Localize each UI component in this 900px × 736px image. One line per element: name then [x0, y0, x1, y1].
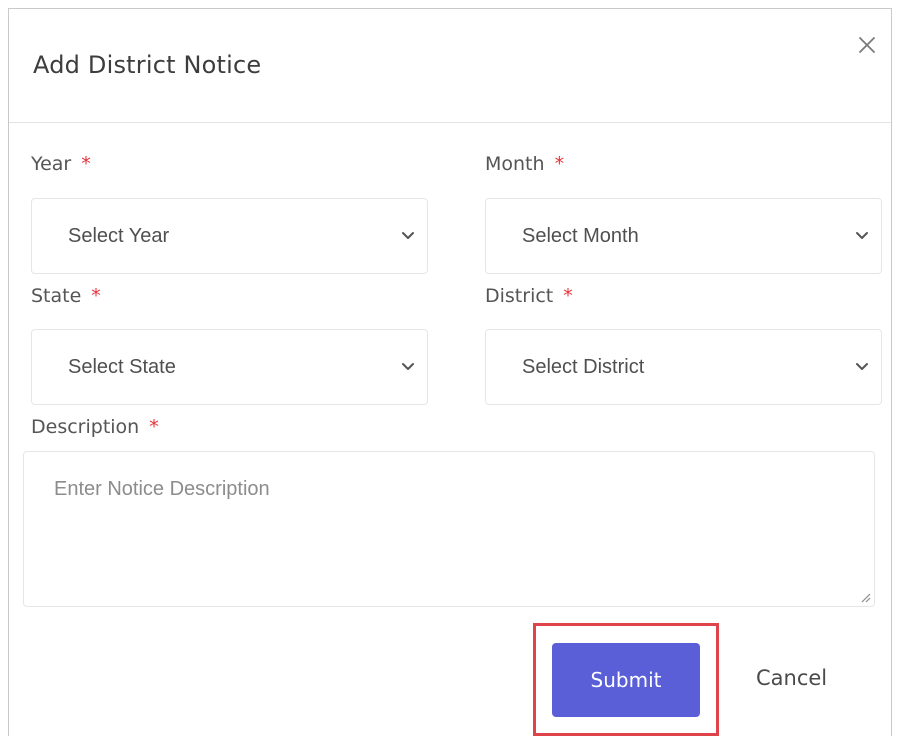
- required-asterisk: *: [554, 153, 565, 175]
- description-label-text: Description: [31, 416, 140, 438]
- resize-handle-icon[interactable]: [859, 591, 871, 603]
- state-label-text: State: [31, 285, 82, 307]
- year-label: Year *: [31, 153, 91, 175]
- required-asterisk: *: [81, 153, 91, 175]
- month-select[interactable]: Select Month: [485, 198, 882, 274]
- state-select-value: Select State: [68, 356, 176, 378]
- close-button[interactable]: [855, 33, 879, 57]
- year-label-text: Year: [31, 153, 72, 175]
- district-label-text: District: [485, 285, 554, 307]
- chevron-down-icon: [856, 232, 868, 239]
- required-asterisk: *: [563, 285, 573, 307]
- year-select[interactable]: Select Year: [31, 198, 428, 274]
- required-asterisk: *: [149, 416, 159, 438]
- required-asterisk: *: [91, 285, 101, 307]
- modal-header: Add District Notice: [9, 9, 891, 123]
- district-select[interactable]: Select District: [485, 329, 882, 405]
- chevron-down-icon: [856, 363, 868, 370]
- chevron-down-icon: [402, 232, 414, 239]
- modal-title: Add District Notice: [33, 51, 262, 79]
- submit-button[interactable]: Submit: [552, 643, 700, 717]
- month-label-text: Month: [485, 153, 545, 175]
- month-select-value: Select Month: [522, 225, 639, 247]
- year-select-value: Select Year: [68, 225, 170, 247]
- district-select-value: Select District: [522, 356, 645, 378]
- state-select[interactable]: Select State: [31, 329, 428, 405]
- close-icon: [859, 37, 875, 53]
- chevron-down-icon: [402, 363, 414, 370]
- description-label: Description *: [31, 416, 159, 438]
- cancel-button[interactable]: Cancel: [756, 666, 827, 690]
- description-textarea[interactable]: Enter Notice Description: [23, 451, 875, 607]
- state-label: State *: [31, 285, 101, 307]
- description-placeholder: Enter Notice Description: [54, 478, 270, 500]
- month-label: Month *: [485, 153, 564, 175]
- district-label: District *: [485, 285, 573, 307]
